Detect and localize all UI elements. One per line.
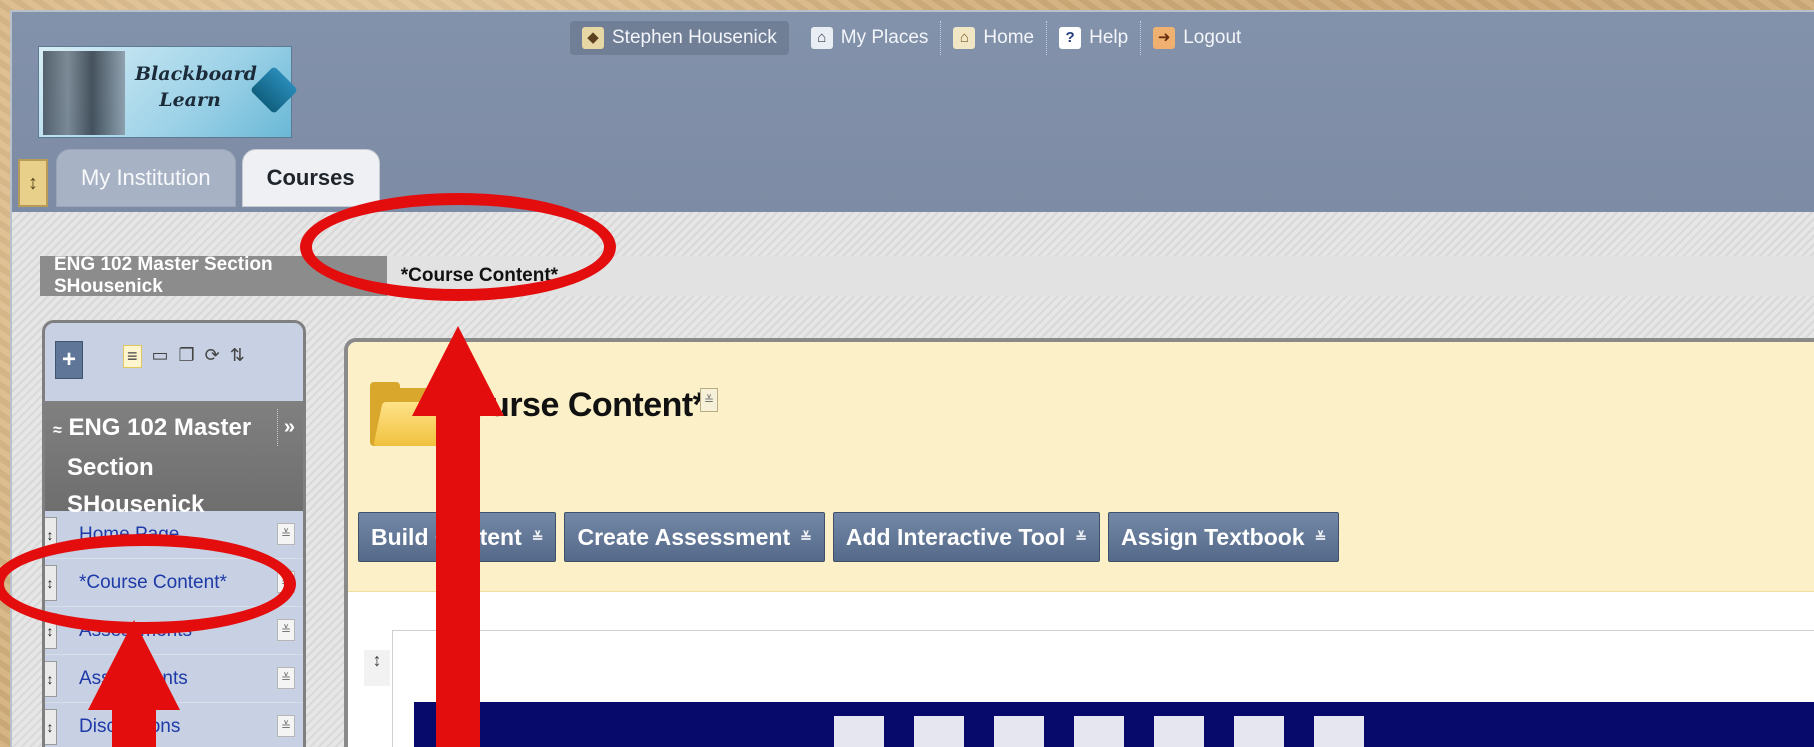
breadcrumb-course-link[interactable]: ENG 102 Master Section SHousenick: [40, 254, 387, 297]
menu-item-label: Assessments: [79, 619, 192, 641]
user-icon: ◆: [582, 27, 604, 49]
page-title: *Course Content*: [432, 386, 706, 424]
content-banner-image: [414, 702, 1814, 747]
course-body: ENG 102 Master Section SHousenick *Cours…: [12, 212, 1814, 747]
browser-frame: Blackboard Learn ◆ Stephen Housenick ⌂ M…: [10, 10, 1814, 747]
header: Blackboard Learn ◆ Stephen Housenick ⌂ M…: [12, 12, 1814, 212]
menu-item-discussions[interactable]: ↕ Discussions ≚: [45, 703, 303, 747]
menu-item-label: *Course Content*: [79, 571, 227, 593]
logo-line-2: Learn: [159, 89, 221, 111]
user-name: Stephen Housenick: [612, 27, 777, 48]
drag-handle-icon[interactable]: ↕: [45, 709, 57, 745]
chevron-down-icon: ≚: [1075, 528, 1087, 545]
tab-courses[interactable]: Courses: [241, 149, 380, 207]
menu-item-assignments[interactable]: ↕ Assignments ≚: [45, 655, 303, 703]
logo-line-1: Blackboard: [135, 63, 257, 85]
logout-icon: ➜: [1153, 27, 1176, 49]
course-title-line-1: ≈ ENG 102 Master: [53, 409, 303, 449]
tab-courses-label: Courses: [266, 165, 355, 190]
build-content-label: Build Content: [371, 523, 522, 550]
content-panel: *Course Content* ≚ Build Content ≚ Creat…: [344, 338, 1814, 747]
logout-link[interactable]: ➜ Logout: [1141, 21, 1253, 55]
chevron-down-icon[interactable]: ≚: [277, 523, 295, 545]
my-places-link[interactable]: ⌂ My Places: [799, 21, 942, 55]
sort-icon[interactable]: ⇅: [230, 345, 245, 368]
menu-item-course-content[interactable]: ↕ *Course Content* ≚: [45, 559, 303, 607]
list-view-icon[interactable]: ≡: [123, 345, 142, 368]
folder-view-icon[interactable]: ▭: [152, 345, 169, 368]
tab-my-institution[interactable]: My Institution: [56, 149, 236, 207]
window-view-icon[interactable]: ❐: [179, 345, 195, 368]
help-link[interactable]: ? Help: [1047, 21, 1142, 55]
course-menu-toolbar: + ≡ ▭ ❐ ⟳ ⇅: [45, 323, 303, 401]
chevron-down-icon[interactable]: ≚: [700, 388, 718, 412]
drag-handle-icon[interactable]: ↕: [45, 613, 57, 649]
home-link[interactable]: ⌂ Home: [941, 21, 1048, 55]
collapse-menu-icon[interactable]: »: [276, 409, 295, 446]
build-content-button[interactable]: Build Content ≚: [358, 512, 557, 562]
help-label: Help: [1089, 27, 1129, 48]
content-list: ↕: [348, 592, 1814, 747]
assign-textbook-label: Assign Textbook: [1121, 523, 1305, 550]
top-navigation: ◆ Stephen Housenick ⌂ My Places ⌂ Home ?…: [570, 18, 1253, 58]
chevron-down-icon: ≚: [1314, 528, 1327, 545]
tab-my-institution-label: My Institution: [81, 165, 211, 190]
course-menu-title[interactable]: ≈ ENG 102 Master Section SHousenick »: [45, 401, 303, 518]
menu-item-home-page[interactable]: ↕ Home Page ≚: [45, 511, 303, 559]
chevron-down-icon: ≚: [800, 528, 812, 545]
menu-view-icons: ≡ ▭ ❐ ⟳ ⇅: [123, 345, 245, 368]
collapse-up-icon: ≈: [53, 422, 62, 439]
course-title-text-1: ENG 102 Master: [68, 414, 252, 441]
logo-text: Blackboard Learn: [135, 61, 257, 113]
chevron-down-icon[interactable]: ≚: [277, 667, 295, 689]
drag-handle-icon[interactable]: ↕: [45, 517, 57, 553]
menu-item-label: Discussions: [79, 715, 181, 737]
breadcrumb: ENG 102 Master Section SHousenick *Cours…: [40, 254, 1814, 297]
menu-item-label: Home Page: [79, 523, 180, 545]
logout-label: Logout: [1183, 27, 1242, 48]
folder-icon: [370, 382, 449, 446]
drag-handle-icon[interactable]: ↕: [364, 650, 390, 686]
my-places-label: My Places: [840, 27, 929, 48]
help-icon: ?: [1059, 27, 1082, 49]
refresh-icon[interactable]: ⟳: [205, 345, 220, 368]
menu-item-label: Assignments: [79, 667, 188, 689]
building-image: [43, 51, 125, 135]
create-assessment-button[interactable]: Create Assessment ≚: [564, 512, 825, 562]
my-places-icon: ⌂: [810, 27, 833, 49]
blackboard-logo[interactable]: Blackboard Learn: [38, 46, 299, 138]
add-interactive-tool-label: Add Interactive Tool: [845, 523, 1066, 550]
user-menu[interactable]: ◆ Stephen Housenick: [570, 21, 789, 55]
drag-handle-icon[interactable]: ↕: [45, 661, 57, 697]
content-header: *Course Content* ≚ Build Content ≚ Creat…: [348, 342, 1814, 592]
create-assessment-label: Create Assessment: [577, 523, 791, 550]
breadcrumb-current: *Course Content*: [386, 256, 1814, 296]
home-icon: ⌂: [953, 27, 976, 49]
tab-toggle-button[interactable]: ↕: [18, 159, 48, 207]
home-label: Home: [983, 27, 1035, 48]
chevron-down-icon: ≚: [531, 528, 544, 545]
chevron-down-icon[interactable]: ≚: [277, 619, 295, 641]
course-menu: + ≡ ▭ ❐ ⟳ ⇅ ≈ ENG 102 Master Section SHo…: [42, 320, 306, 747]
tab-bar: ↕ My Institution Courses: [18, 149, 386, 207]
chevron-down-icon[interactable]: ≚: [277, 715, 295, 737]
logo-diamond-icon: [249, 65, 299, 115]
menu-item-assessments[interactable]: ↕ Assessments ≚: [45, 607, 303, 655]
expand-collapse-icon: ↕: [28, 171, 38, 194]
drag-handle-icon[interactable]: ↕: [45, 565, 57, 601]
add-menu-item-button[interactable]: +: [55, 341, 83, 379]
assign-textbook-button[interactable]: Assign Textbook ≚: [1108, 512, 1340, 562]
add-interactive-tool-button[interactable]: Add Interactive Tool ≚: [832, 512, 1100, 562]
action-bar: Build Content ≚ Create Assessment ≚ Add …: [358, 512, 1340, 562]
course-title-line-2: Section: [67, 454, 154, 481]
chevron-down-icon[interactable]: ≚: [277, 571, 295, 593]
